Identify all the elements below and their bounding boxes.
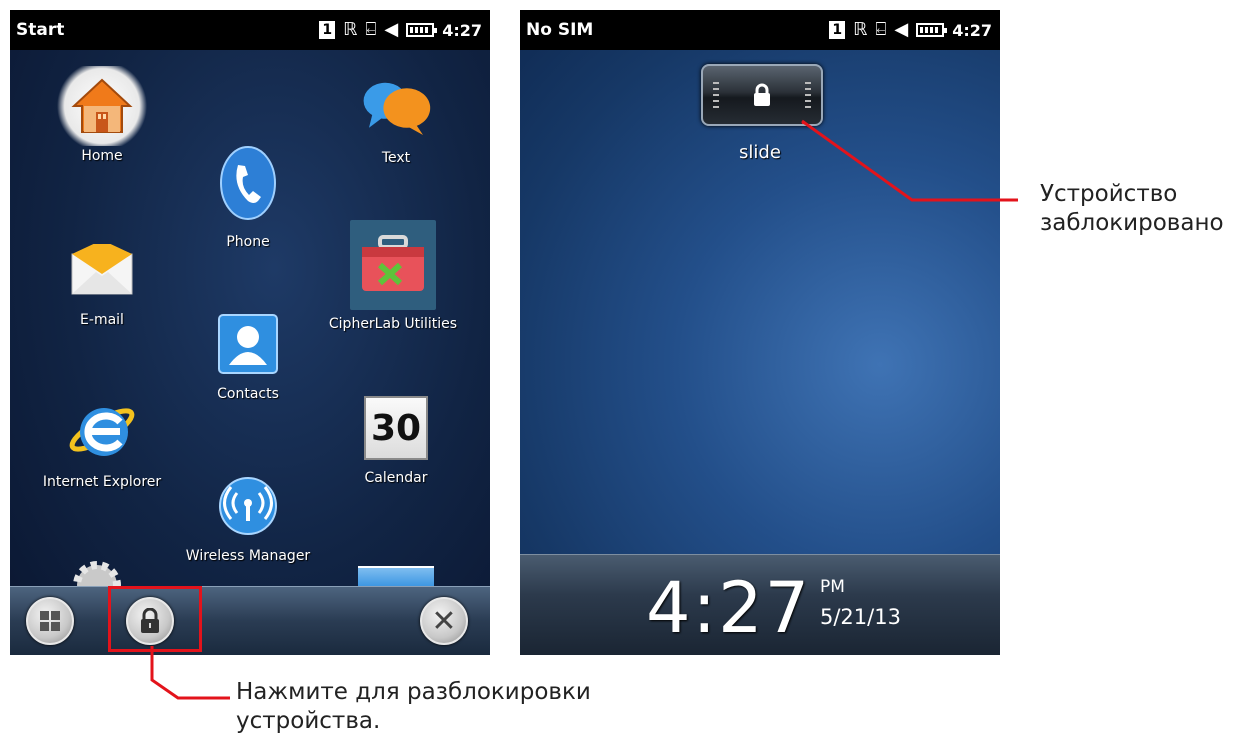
- unlock-annotation: Нажмите для разблокировки устройства.: [236, 678, 591, 736]
- unlock-annotation-line2: устройства.: [236, 707, 381, 734]
- locked-annotation-line2: заблокировано: [1040, 209, 1224, 236]
- locked-annotation-line1: Устройство: [1040, 181, 1178, 207]
- unlock-annotation-line1: Нажмите для разблокировки: [236, 679, 591, 705]
- unlock-callout-line: [150, 646, 230, 700]
- locked-annotation: Устройство заблокировано: [1040, 180, 1224, 238]
- locked-callout-line: [801, 119, 1018, 202]
- callout-lines: [150, 119, 1018, 700]
